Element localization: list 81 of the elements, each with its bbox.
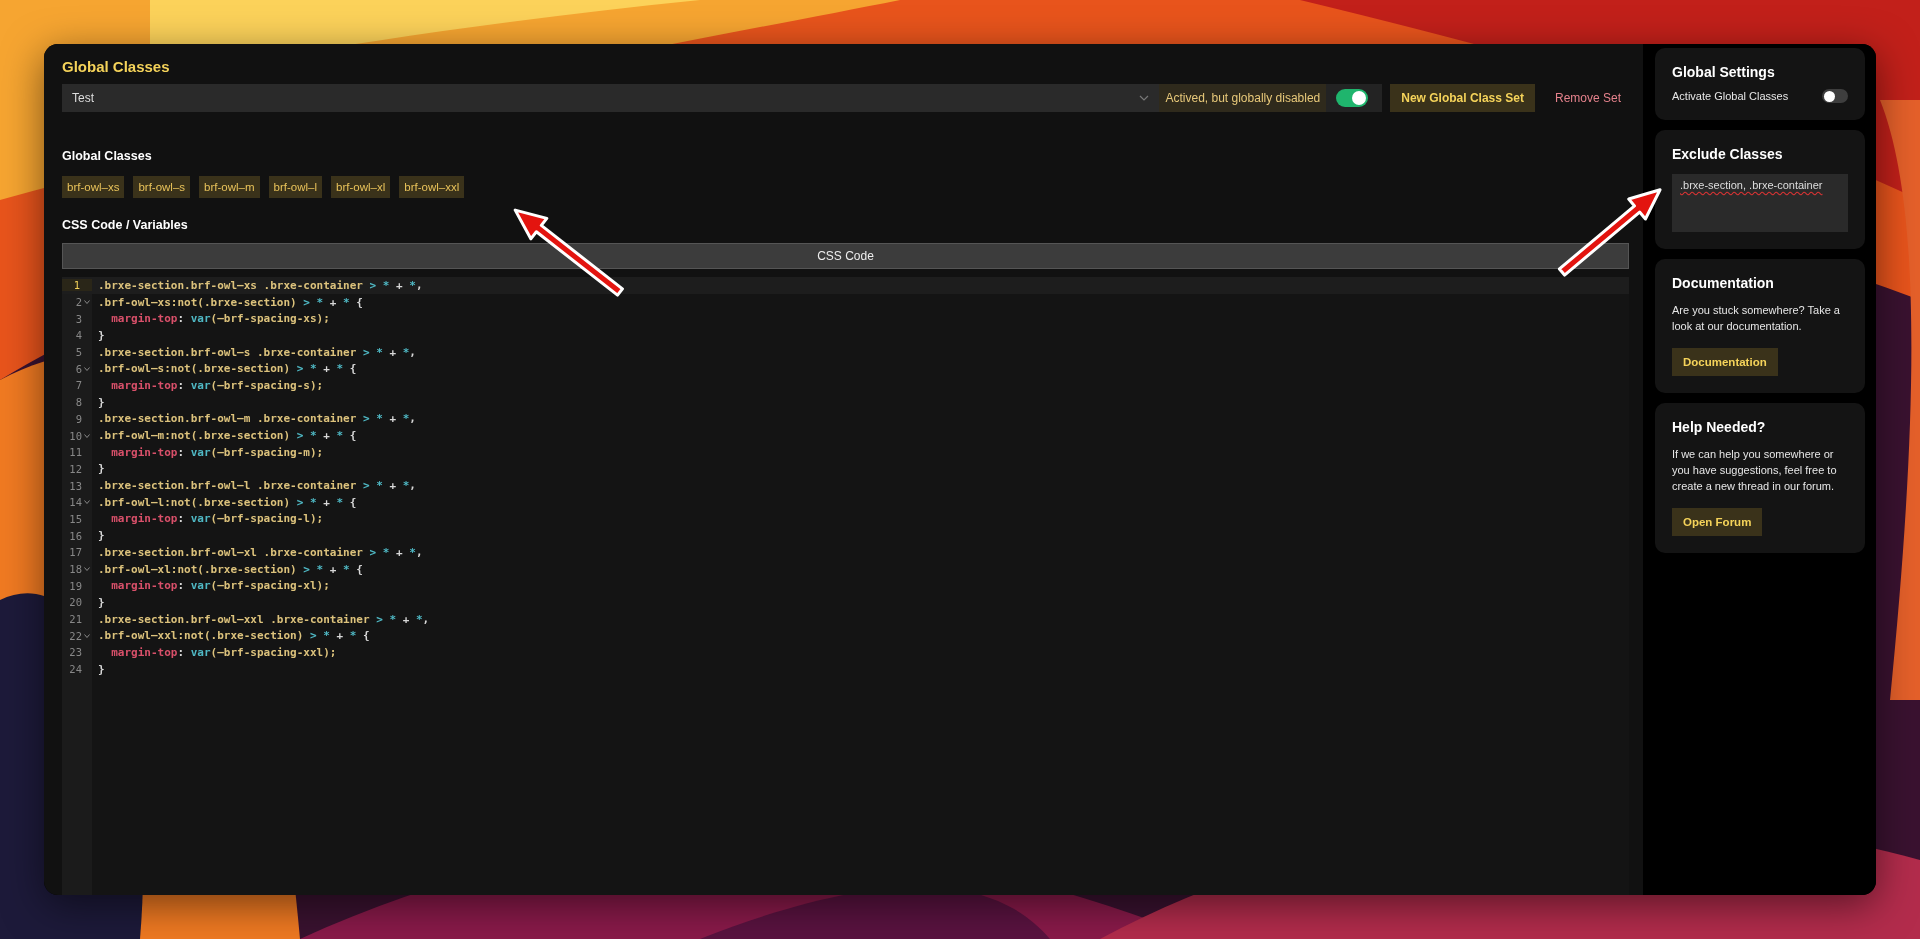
card-title: Exclude Classes bbox=[1672, 145, 1784, 163]
card-text: Are you stuck somewhere? Take a look at our documentation. bbox=[1672, 303, 1841, 334]
line-number: 1 bbox=[62, 279, 92, 292]
code-line: margin-top: var(—brf-spacing-xl); bbox=[110, 579, 330, 593]
toggle-switch[interactable] bbox=[1822, 89, 1848, 103]
code-line: .brxe-section.brf-owl—s .brxe-container > * + *, bbox=[98, 345, 416, 359]
code-line: } bbox=[98, 529, 105, 543]
code-line: .brf-owl—l:not(.brxe-section) > * + * { bbox=[98, 495, 357, 509]
chevron-down-icon bbox=[1139, 95, 1150, 101]
code-line: .brf-owl—s:not(.brxe-section) > * + * { bbox=[98, 362, 357, 376]
line-number: 10 bbox=[68, 429, 82, 442]
code-line: .brf-owl—xxl:not(.brxe-section) > * + * { bbox=[98, 629, 370, 643]
line-number: 4 bbox=[74, 329, 82, 342]
code-line: .brxe-section.brf-owl—l .brxe-container > * + *, bbox=[98, 479, 416, 493]
code-line: margin-top: var(—brf-spacing-s); bbox=[110, 378, 324, 392]
line-number: 7 bbox=[74, 379, 82, 392]
code-tab[interactable]: CSS Code bbox=[62, 243, 1629, 269]
line-number: 3 bbox=[74, 312, 82, 325]
line-number: 22 bbox=[68, 629, 82, 642]
line-number: 2 bbox=[74, 296, 82, 309]
fold-chevron-icon[interactable] bbox=[84, 300, 90, 305]
documentation-button[interactable]: Documentation bbox=[1672, 348, 1778, 376]
code-line: .brf-owl—m:not(.brxe-section) > * + * { bbox=[98, 429, 357, 443]
line-number: 20 bbox=[68, 596, 82, 609]
code-line: } bbox=[98, 462, 105, 476]
line-number: 9 bbox=[74, 412, 82, 425]
line-number: 5 bbox=[74, 346, 82, 359]
line-number: 23 bbox=[68, 646, 82, 659]
line-number: 21 bbox=[68, 613, 82, 626]
fold-chevron-icon[interactable] bbox=[84, 633, 90, 638]
code-line: } bbox=[98, 328, 105, 342]
code-line: } bbox=[98, 662, 105, 676]
code-line: .brf-owl—xl:not(.brxe-section) > * + * { bbox=[98, 562, 363, 576]
fold-chevron-icon[interactable] bbox=[84, 433, 90, 438]
class-tag[interactable]: brf-owl–s bbox=[133, 176, 191, 198]
class-tag[interactable]: brf-owl–xxl bbox=[399, 176, 465, 198]
set-select[interactable]: Test bbox=[62, 84, 1160, 112]
setting-label: Activate Global Classes bbox=[1672, 90, 1789, 102]
line-number: 16 bbox=[68, 529, 82, 542]
code-line: .brf-owl—xs:not(.brxe-section) > * + * { bbox=[98, 295, 363, 309]
fold-chevron-icon[interactable] bbox=[84, 366, 90, 371]
line-number: 6 bbox=[74, 362, 82, 375]
code-line: margin-top: var(—brf-spacing-xxl); bbox=[110, 645, 337, 659]
code-line: .brxe-section.brf-owl—m .brxe-container > * + *, bbox=[98, 412, 416, 426]
forum-button[interactable]: Open Forum bbox=[1672, 508, 1763, 536]
toggle-switch[interactable] bbox=[1336, 89, 1369, 107]
class-tag[interactable]: brf-owl–xl bbox=[331, 176, 391, 198]
remove-link[interactable]: Remove Set bbox=[1542, 84, 1629, 112]
class-tag[interactable]: brf-owl–xs bbox=[62, 176, 125, 198]
card-title: Global Settings bbox=[1672, 63, 1776, 81]
code-line: margin-top: var(—brf-spacing-l); bbox=[110, 512, 324, 526]
card-text: If we can help you somewhere or you have suggestions, feel free to create a new thread in our forum. bbox=[1672, 447, 1838, 494]
line-number: 8 bbox=[74, 396, 82, 409]
card-title: Documentation bbox=[1672, 274, 1775, 292]
line-number: 11 bbox=[68, 446, 82, 459]
fold-chevron-icon[interactable] bbox=[84, 567, 90, 572]
code-line: .brxe-section.brf-owl—xl .brxe-container > * + *, bbox=[98, 545, 423, 559]
line-number: 14 bbox=[68, 496, 82, 509]
section-heading: Global Classes bbox=[62, 148, 153, 164]
class-tag[interactable]: brf-owl–l bbox=[268, 176, 322, 198]
code-line: .brxe-section.brf-owl—xxl .brxe-container > * + *, bbox=[98, 612, 430, 626]
line-number: 17 bbox=[68, 546, 82, 559]
status-label: Actived, but globally disabled bbox=[1159, 84, 1327, 112]
exclude-field[interactable]: .brxe-section, .brxe-container bbox=[1672, 174, 1848, 232]
line-number: 13 bbox=[68, 479, 82, 492]
fold-chevron-icon[interactable] bbox=[84, 500, 90, 505]
code-line: } bbox=[98, 395, 105, 409]
page-title: Global Classes bbox=[62, 57, 171, 77]
line-number: 24 bbox=[68, 663, 82, 676]
new-set-button[interactable]: New Global Class Set bbox=[1390, 84, 1535, 112]
class-tag[interactable]: brf-owl–m bbox=[199, 176, 260, 198]
line-number: 12 bbox=[68, 462, 82, 475]
code-line: } bbox=[98, 595, 105, 609]
card-title: Help Needed? bbox=[1672, 418, 1767, 436]
code-line: .brxe-section.brf-owl—xs .brxe-container > * + *, bbox=[98, 278, 423, 292]
code-line: margin-top: var(—brf-spacing-m); bbox=[110, 445, 324, 459]
code-line: margin-top: var(—brf-spacing-xs); bbox=[110, 312, 330, 326]
line-number: 19 bbox=[68, 579, 82, 592]
line-number: 18 bbox=[68, 563, 82, 576]
line-number: 15 bbox=[68, 512, 82, 525]
section-heading: CSS Code / Variables bbox=[62, 217, 189, 233]
